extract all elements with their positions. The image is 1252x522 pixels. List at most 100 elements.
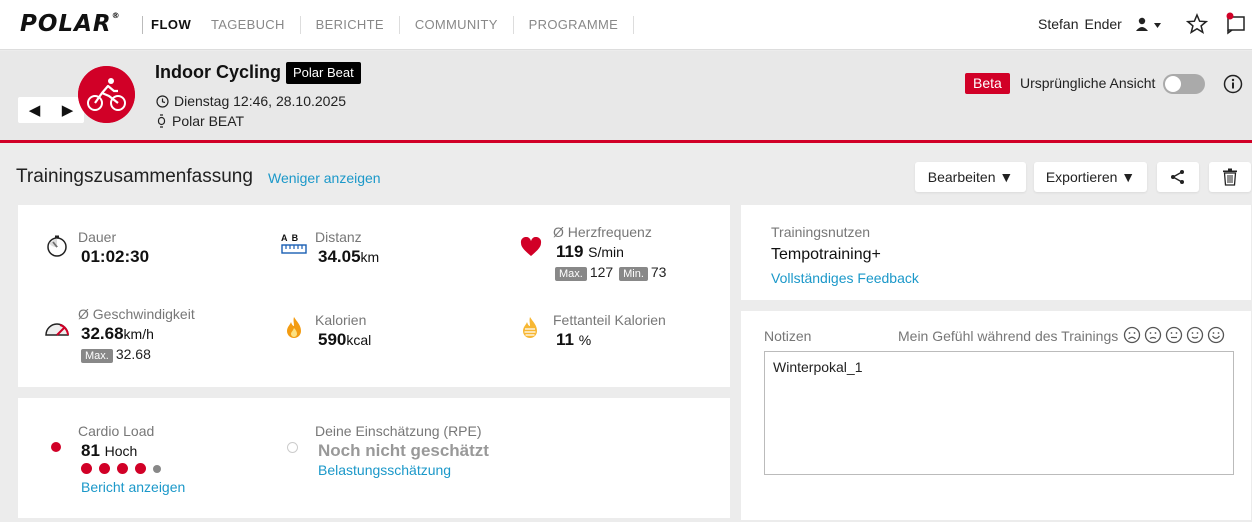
feeling-selector <box>1123 326 1225 344</box>
very-bad-face-icon[interactable] <box>1123 326 1141 344</box>
distance-label: Distanz <box>315 229 362 245</box>
delete-button[interactable] <box>1209 162 1251 192</box>
feeling-label: Mein Gefühl während des Trainings <box>898 328 1119 344</box>
user-first-name: Stefan <box>1038 16 1079 32</box>
rpe-indicator <box>287 442 298 453</box>
main-nav: TAGEBUCH BERICHTE COMMUNITY PROGRAMME <box>196 16 635 34</box>
cardio-load-dots <box>81 463 161 474</box>
calories-unit: kcal <box>346 332 372 348</box>
device-text: Polar BEAT <box>172 113 245 129</box>
distance-number: 34.05 <box>318 247 361 266</box>
edit-button[interactable]: Bearbeiten ▼ <box>915 162 1026 192</box>
user-last-name: Ender <box>1084 16 1122 32</box>
device-badge: Polar Beat <box>286 62 361 84</box>
show-less-link[interactable]: Weniger anzeigen <box>268 170 381 186</box>
export-button[interactable]: Exportieren ▼ <box>1034 162 1147 192</box>
fat-burn-icon <box>523 317 537 338</box>
calories-label: Kalorien <box>315 312 367 328</box>
date-text: Dienstag 12:46, 28.10.2025 <box>174 93 347 109</box>
previous-arrow-icon[interactable]: ◀ <box>29 101 41 119</box>
trash-icon <box>1223 168 1237 186</box>
full-feedback-link[interactable]: Vollständiges Feedback <box>771 270 919 286</box>
clock-icon <box>156 94 169 108</box>
nav-item-tagebuch[interactable]: TAGEBUCH <box>196 16 301 34</box>
distance-unit: km <box>360 249 380 265</box>
notifications-icon[interactable] <box>1224 11 1248 35</box>
activity-date: Dienstag 12:46, 28.10.2025 <box>156 93 346 109</box>
training-benefit-label: Trainingsnutzen <box>771 224 871 240</box>
duration-label: Dauer <box>78 229 117 245</box>
very-good-face-icon[interactable] <box>1207 326 1225 344</box>
heart-icon <box>520 237 542 256</box>
notes-textarea[interactable]: Winterpokal_1 <box>764 351 1234 475</box>
watch-icon <box>157 114 166 128</box>
rpe-value: Noch nicht geschätzt <box>318 441 489 460</box>
user-name[interactable]: Stefan Ender <box>1038 16 1122 32</box>
good-face-icon[interactable] <box>1186 326 1204 344</box>
heart-rate-label: Ø Herzfrequenz <box>553 224 652 240</box>
activity-device: Polar BEAT <box>156 113 244 129</box>
speed-unit: km/h <box>123 326 154 342</box>
info-icon[interactable] <box>1223 74 1243 94</box>
speed-max-pill: Max. <box>81 349 113 363</box>
original-view-toggle[interactable] <box>1163 74 1205 94</box>
nav-item-programme[interactable]: PROGRAMME <box>514 16 635 34</box>
fat-value: 11 % <box>556 330 591 350</box>
hr-min-pill: Min. <box>619 267 648 281</box>
calories-number: 590 <box>318 330 347 349</box>
distance-icon: A B <box>281 233 307 259</box>
notes-label: Notizen <box>764 328 812 344</box>
user-menu-icon[interactable] <box>1134 15 1164 35</box>
cardio-load-indicator <box>51 442 61 452</box>
view-report-link[interactable]: Bericht anzeigen <box>81 479 185 495</box>
cardio-load-value: 81 Hoch <box>81 441 137 461</box>
distance-icon-label: A B <box>281 233 300 243</box>
speed-max: Max. 32.68 <box>81 346 151 363</box>
speed-label: Ø Geschwindigkeit <box>78 306 195 322</box>
activity-pager: ◀ ▶ <box>18 97 84 123</box>
heart-rate-unit: S/min <box>588 244 624 260</box>
rpe-label: Deine Einschätzung (RPE) <box>315 423 482 439</box>
cardio-load-label: Cardio Load <box>78 423 155 439</box>
rpe-estimate-link[interactable]: Belastungsschätzung <box>318 462 451 478</box>
cardio-load-dot <box>117 463 128 474</box>
hr-max-pill: Max. <box>555 267 587 281</box>
share-button[interactable] <box>1157 162 1199 192</box>
top-navigation-bar: POLAR® FLOW TAGEBUCH BERICHTE COMMUNITY … <box>0 0 1252 50</box>
fat-label: Fettanteil Kalorien <box>553 312 666 328</box>
heart-rate-value: 119 S/min <box>556 242 624 262</box>
nav-item-berichte[interactable]: BERICHTE <box>301 16 400 34</box>
cardio-load-dot <box>153 465 161 473</box>
cardio-load-number: 81 <box>81 441 100 460</box>
activity-title: Indoor Cycling <box>155 62 281 82</box>
heart-rate-number: 119 <box>556 242 584 261</box>
training-benefit-value: Tempotraining+ <box>771 246 881 263</box>
speed-number: 32.68 <box>81 324 124 343</box>
next-arrow-icon[interactable]: ▶ <box>62 101 74 119</box>
polar-logo[interactable]: POLAR® <box>20 11 121 37</box>
hr-min-value: 73 <box>650 264 667 280</box>
stopwatch-icon <box>47 235 67 257</box>
cardio-load-level: Hoch <box>104 443 138 459</box>
nav-item-community[interactable]: COMMUNITY <box>400 16 514 34</box>
favorites-star-icon[interactable] <box>1186 13 1208 35</box>
fat-number: 11 <box>556 330 574 349</box>
cardio-load-dot <box>81 463 92 474</box>
heart-rate-range: Max. 127 Min. 73 <box>555 264 666 281</box>
flow-label[interactable]: FLOW <box>142 16 191 34</box>
flame-icon <box>287 317 301 338</box>
speedometer-icon <box>45 323 69 336</box>
bad-face-icon[interactable] <box>1144 326 1162 344</box>
toggle-knob <box>1165 76 1181 92</box>
distance-value: 34.05km <box>318 247 379 267</box>
duration-value: 01:02:30 <box>81 247 150 266</box>
beta-badge: Beta <box>965 73 1010 94</box>
logo-text: POLAR <box>20 11 112 37</box>
summary-title: Trainingszusammenfassung <box>16 166 253 187</box>
header-accent-line <box>0 140 1252 143</box>
fat-unit: % <box>578 332 592 348</box>
neutral-face-icon[interactable] <box>1165 326 1183 344</box>
ruler-icon <box>281 244 307 254</box>
share-icon <box>1171 170 1184 184</box>
hr-max-value: 127 <box>589 264 614 280</box>
